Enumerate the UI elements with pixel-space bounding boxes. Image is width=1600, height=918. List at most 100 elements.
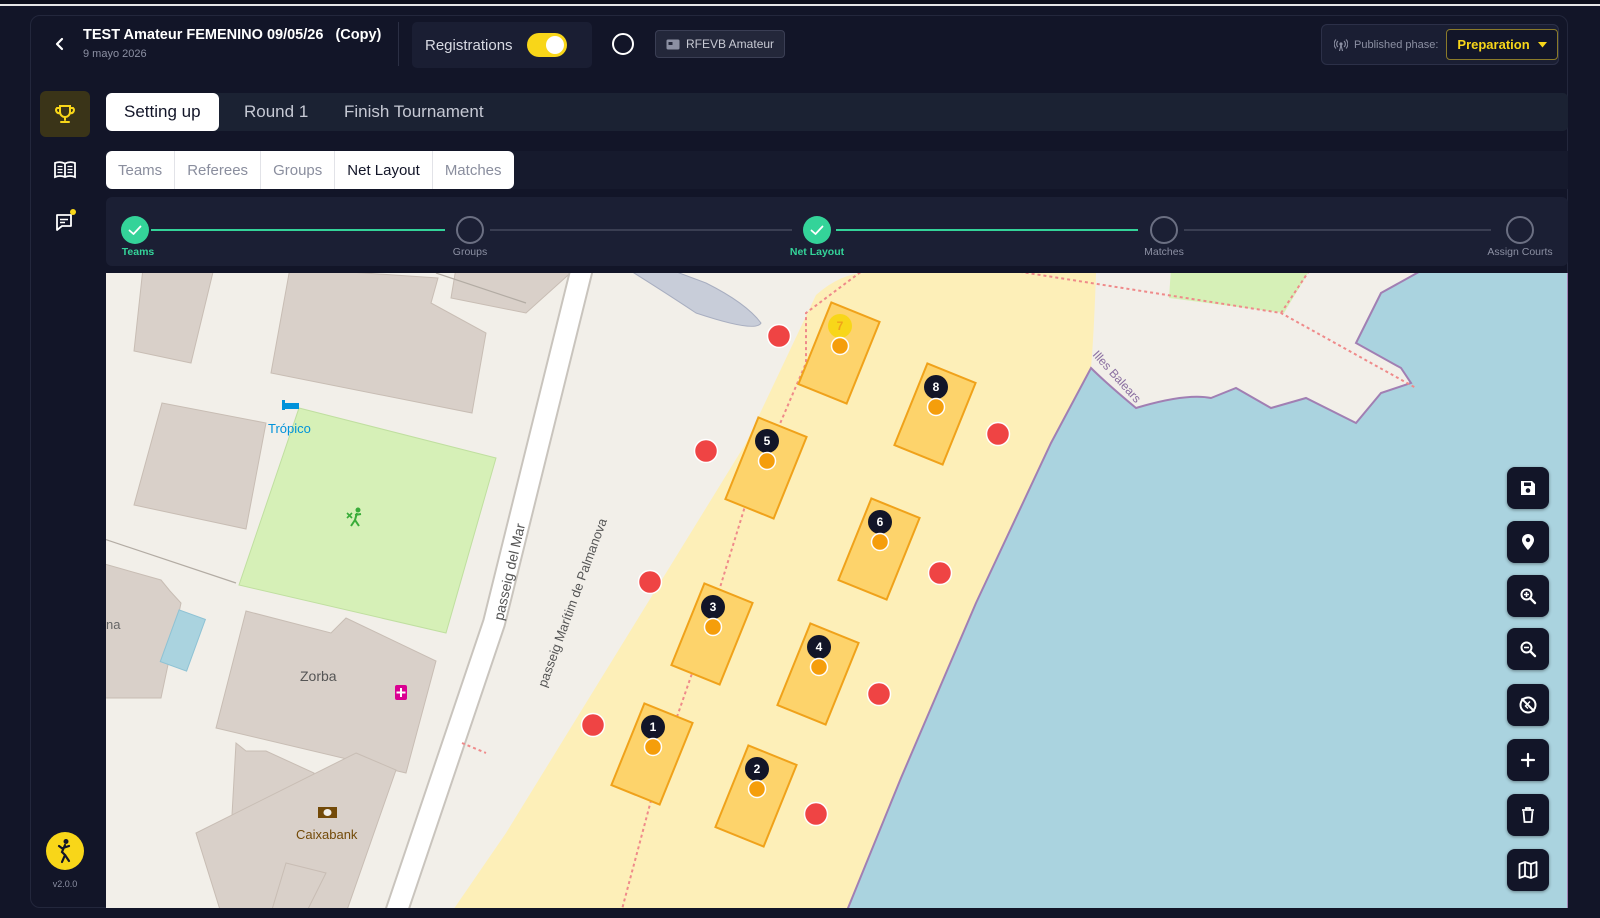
delete-icon	[1522, 807, 1534, 823]
step-connector	[490, 229, 792, 231]
volleyball-player-icon	[57, 839, 71, 864]
subtab-teams[interactable]: Teams	[106, 151, 176, 189]
net-layout-map[interactable]: Trópico Zorba Caixabank na passeig del M…	[106, 273, 1568, 908]
federation-badge-label: RFEVB Amateur	[686, 37, 775, 51]
rotation-handle-marker[interactable]	[927, 560, 953, 586]
court-center-marker[interactable]	[870, 532, 890, 552]
tab-setting-up[interactable]: Setting up	[106, 93, 219, 131]
step-groups-circle[interactable]	[456, 216, 484, 244]
map-canvas[interactable]: Trópico Zorba Caixabank na passeig del M…	[106, 273, 1568, 908]
step-net-layout-circle[interactable]	[803, 216, 831, 244]
rotation-handle-marker[interactable]	[580, 712, 606, 738]
add-icon	[1520, 752, 1536, 768]
setup-subtabs: Teams Referees Groups Net Layout Matches	[106, 151, 514, 189]
map-label-partial: na	[106, 617, 121, 632]
step-connector	[1184, 229, 1491, 231]
map-icon	[1518, 861, 1538, 879]
tournament-title: TEST Amateur FEMENINO 09/05/26 (Copy)	[83, 27, 382, 43]
step-groups-label: Groups	[452, 246, 488, 258]
window-top-border	[0, 0, 1600, 6]
bank-icon	[318, 807, 337, 818]
rotation-handle-marker[interactable]	[637, 569, 663, 595]
rotation-handle-marker[interactable]	[866, 681, 892, 707]
caret-down-icon	[1537, 41, 1547, 47]
zoom-in-icon	[1520, 588, 1537, 605]
subtabs-row: Teams Referees Groups Net Layout Matches	[106, 151, 1568, 189]
subtab-matches[interactable]: Matches	[433, 151, 514, 189]
court-number-label: 3	[710, 600, 717, 614]
step-connector-done	[836, 229, 1138, 231]
step-net-layout-label: Net Layout	[789, 246, 845, 258]
reset-rotation-button[interactable]	[1507, 684, 1549, 726]
zoom-in-button[interactable]	[1507, 575, 1549, 617]
book-icon	[54, 161, 76, 179]
delete-court-button[interactable]	[1507, 794, 1549, 836]
user-avatar[interactable]	[46, 832, 84, 870]
rotate-off-icon	[1519, 696, 1537, 714]
court-center-marker[interactable]	[643, 737, 663, 757]
phase-tabs: Setting up Round 1 Finish Tournament	[106, 93, 1568, 131]
trophy-icon	[55, 105, 75, 123]
add-court-button[interactable]	[1507, 739, 1549, 781]
registrations-toggle[interactable]	[527, 33, 567, 57]
subtab-groups[interactable]: Groups	[261, 151, 336, 189]
pharmacy-icon	[395, 685, 407, 700]
save-layout-button[interactable]	[1507, 467, 1549, 509]
step-matches-label: Matches	[1144, 246, 1184, 258]
zoom-out-icon	[1520, 641, 1537, 658]
registrations-control: Registrations	[412, 22, 592, 68]
tournament-date: 9 mayo 2026	[83, 48, 147, 60]
court-number-label: 8	[933, 380, 940, 394]
rotation-handle-marker[interactable]	[766, 323, 792, 349]
tab-round-1[interactable]: Round 1	[226, 93, 326, 131]
chevron-left-icon	[55, 37, 64, 51]
map-label-hotel: Trópico	[268, 421, 311, 436]
subtab-referees[interactable]: Referees	[175, 151, 262, 189]
save-icon	[1521, 481, 1535, 495]
step-assign-courts-circle[interactable]	[1506, 216, 1534, 244]
map-layers-button[interactable]	[1507, 849, 1549, 891]
back-button[interactable]	[48, 32, 72, 56]
header-divider	[398, 22, 399, 66]
map-label-caixabank: Caixabank	[296, 827, 358, 842]
sidebar-item-rules[interactable]	[40, 147, 90, 193]
locate-button[interactable]	[1507, 521, 1549, 563]
court-center-marker[interactable]	[809, 657, 829, 677]
rotation-handle-marker[interactable]	[985, 421, 1011, 447]
toggle-knob	[546, 36, 564, 54]
zoom-out-button[interactable]	[1507, 628, 1549, 670]
court-center-marker[interactable]	[757, 451, 777, 471]
court-number-label: 4	[816, 640, 823, 654]
phase-select[interactable]: Preparation	[1446, 29, 1558, 60]
court-number-label: 1	[650, 720, 657, 734]
court-center-marker[interactable]	[747, 779, 767, 799]
card-icon	[666, 39, 680, 49]
step-teams-label: Teams	[121, 246, 155, 258]
app-version: v2.0.0	[52, 879, 78, 889]
court-number-label: 6	[877, 515, 884, 529]
court-center-marker[interactable]	[926, 397, 946, 417]
court-center-marker[interactable]	[830, 336, 850, 356]
published-phase-label: Published phase:	[1354, 38, 1439, 51]
broadcast-icon	[1334, 38, 1348, 51]
sidebar-item-tournament[interactable]	[40, 91, 90, 137]
check-icon	[128, 225, 142, 235]
court-center-marker[interactable]	[703, 617, 723, 637]
federation-badge[interactable]: RFEVB Amateur	[655, 30, 786, 58]
check-icon	[810, 225, 824, 235]
step-assign-courts-label: Assign Courts	[1487, 246, 1553, 258]
phase-select-value: Preparation	[1457, 37, 1530, 52]
status-indicator[interactable]	[612, 33, 634, 55]
rotation-handle-marker[interactable]	[803, 801, 829, 827]
step-connector-done	[151, 229, 445, 231]
notification-dot	[70, 209, 76, 215]
court-number-label: 5	[764, 434, 771, 448]
setup-stepper: Teams Groups Net Layout Matches Assign C…	[106, 197, 1568, 266]
rotation-handle-marker[interactable]	[693, 438, 719, 464]
subtab-net-layout[interactable]: Net Layout	[335, 151, 433, 189]
registrations-label: Registrations	[425, 36, 513, 54]
step-matches-circle[interactable]	[1150, 216, 1178, 244]
step-teams-circle[interactable]	[121, 216, 149, 244]
tab-finish-tournament[interactable]: Finish Tournament	[326, 93, 502, 131]
sidebar-item-messages[interactable]	[40, 199, 90, 245]
